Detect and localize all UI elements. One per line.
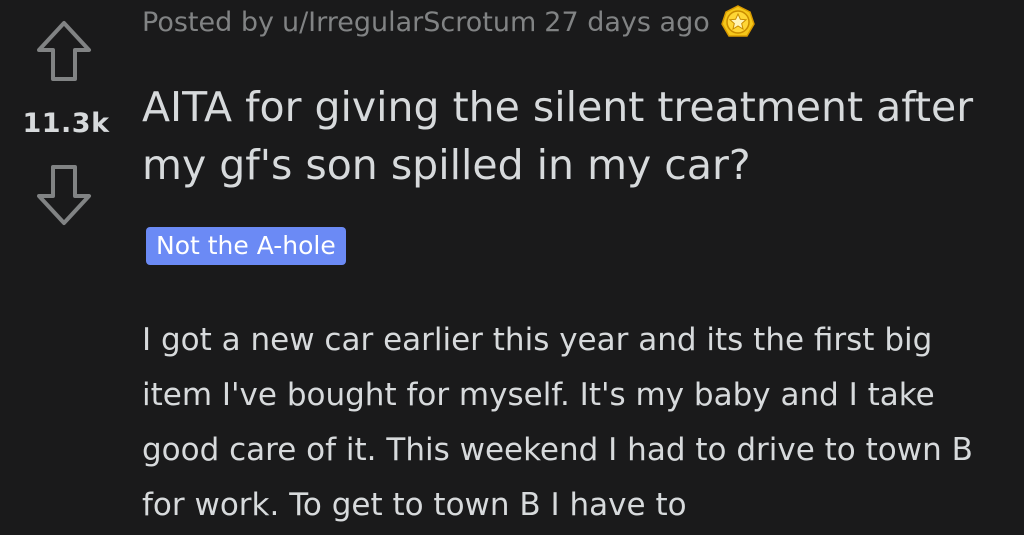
posted-by-label: Posted by: [142, 6, 274, 38]
post-title[interactable]: AITA for giving the silent treatment aft…: [142, 78, 1012, 194]
post-flair-badge[interactable]: Not the A-hole: [146, 227, 346, 265]
upvote-arrow-icon: [37, 21, 91, 81]
post-author-link[interactable]: u/IrregularScrotum: [282, 7, 536, 38]
post-meta: Posted by u/IrregularScrotum 27 days ago: [142, 4, 756, 40]
vote-column: 11.3k: [0, 0, 132, 535]
vote-score: 11.3k: [22, 108, 110, 139]
downvote-button[interactable]: [36, 164, 92, 226]
award-icon[interactable]: [720, 4, 756, 40]
post-age: 27 days ago: [544, 6, 710, 38]
downvote-arrow-icon: [37, 165, 91, 225]
post-body: I got a new car earlier this year and it…: [142, 322, 973, 523]
upvote-button[interactable]: [36, 20, 92, 82]
